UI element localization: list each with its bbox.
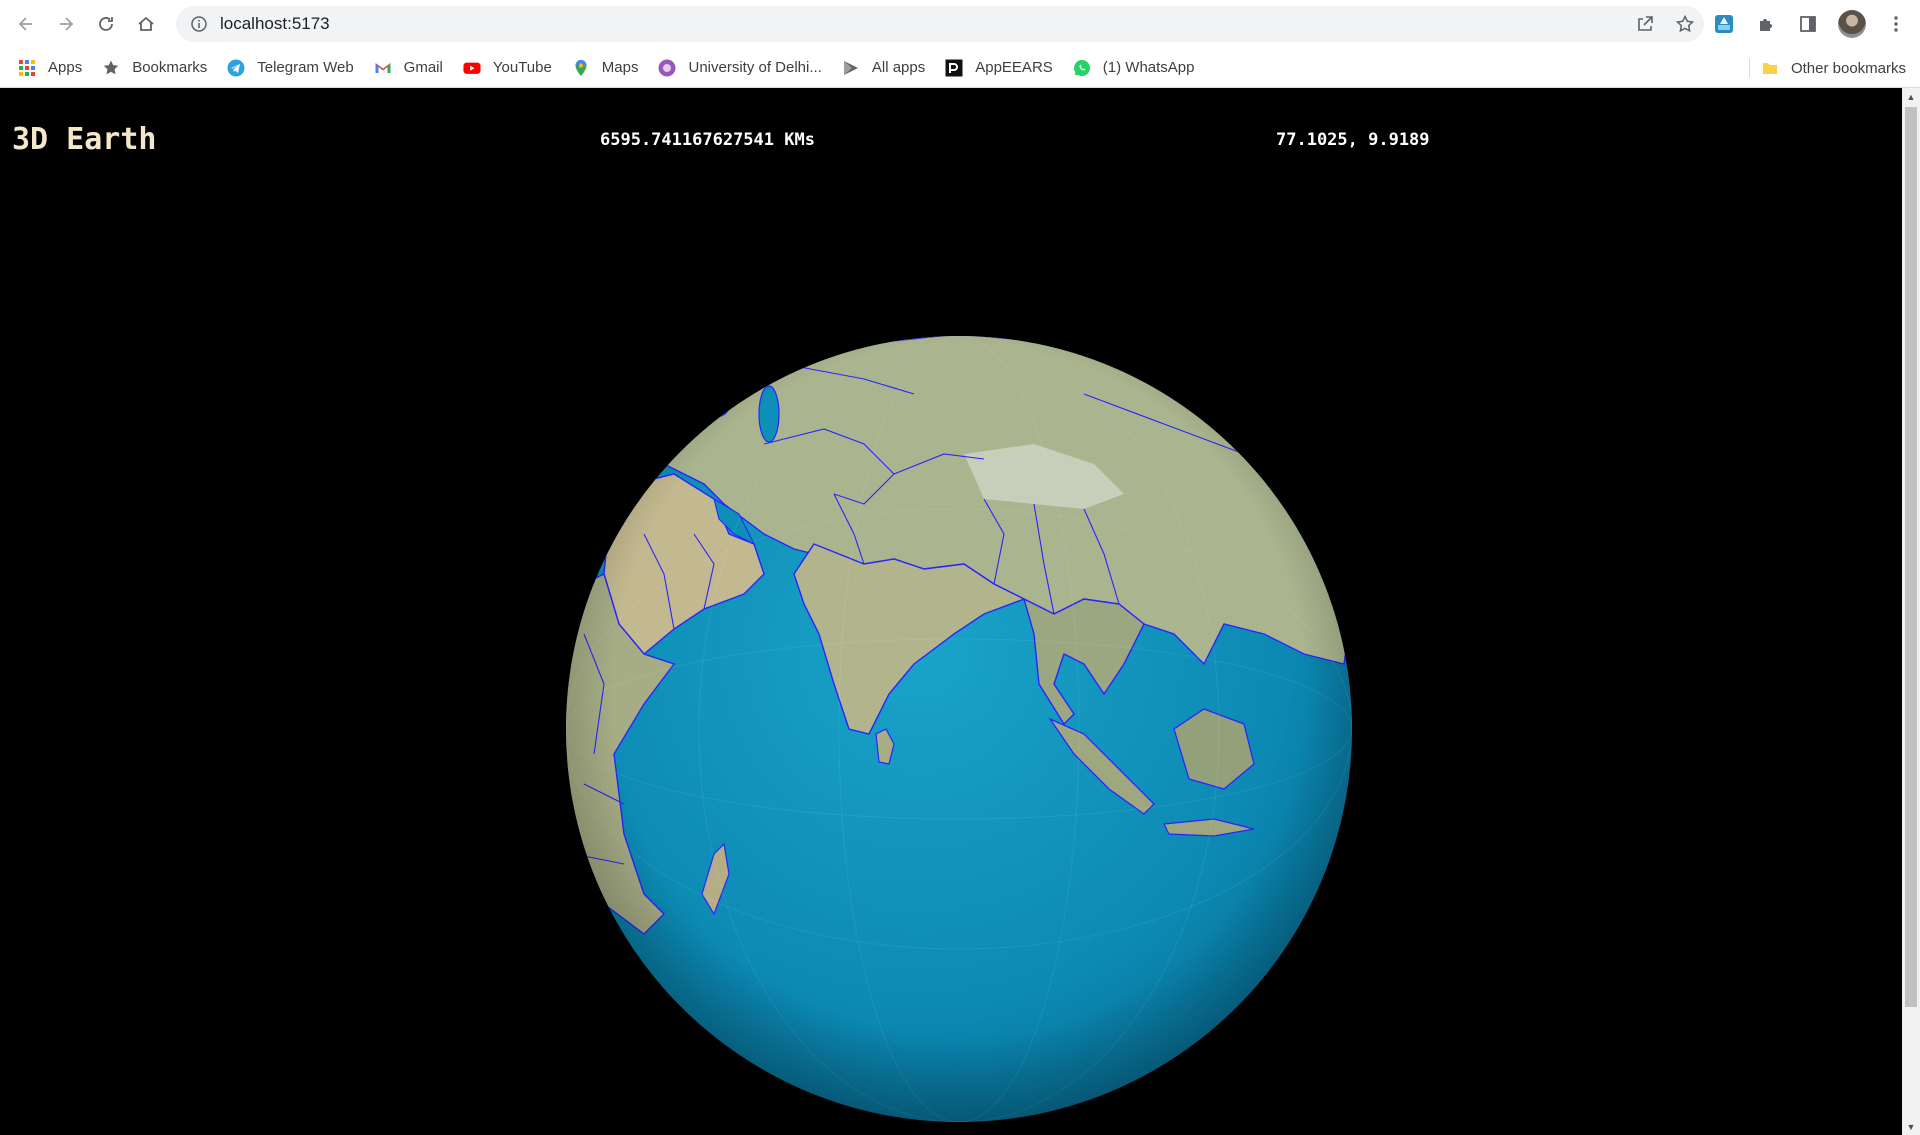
bookmark-label: (1) WhatsApp — [1102, 59, 1195, 76]
appeears-icon — [945, 59, 963, 77]
maps-pin-icon — [572, 59, 590, 77]
bookmark-maps[interactable]: Maps — [562, 53, 649, 83]
bookmark-apps[interactable]: Apps — [8, 53, 92, 83]
bookmark-label: All apps — [871, 59, 926, 76]
app-title: 3D Earth — [12, 122, 157, 157]
home-icon — [138, 16, 154, 31]
bookmark-label: AppEEARS — [975, 59, 1053, 76]
bookmark-label: Apps — [48, 59, 83, 76]
arrow-left-icon — [18, 17, 32, 31]
info-icon[interactable] — [190, 15, 208, 33]
scrollbar-thumb[interactable] — [1905, 107, 1917, 1007]
bookmark-label: Bookmarks — [132, 59, 208, 76]
bookmark-appeears[interactable]: AppEEARS — [935, 53, 1063, 83]
coordinate-readout: 77.1025, 9.9189 — [1276, 130, 1430, 150]
earth-globe[interactable] — [564, 334, 1354, 1124]
reload-button[interactable] — [86, 4, 126, 44]
bookmark-bookmarks[interactable]: Bookmarks — [92, 53, 217, 83]
apps-grid-icon — [18, 59, 36, 77]
bookmark-label: Gmail — [403, 59, 443, 76]
bookmark-telegram[interactable]: Telegram Web — [217, 53, 363, 83]
whatsapp-icon — [1073, 59, 1091, 77]
reload-icon — [99, 17, 113, 31]
bookmark-youtube[interactable]: YouTube — [453, 53, 562, 83]
star-icon — [102, 59, 120, 77]
puzzle-icon[interactable] — [1754, 12, 1778, 36]
bookmarks-bar: Apps Bookmarks Telegram Web Gmail YouTub… — [0, 48, 1920, 88]
browser-toolbar: localhost:5173 — [0, 0, 1920, 48]
telegram-icon — [227, 59, 245, 77]
bookmark-whatsapp[interactable]: (1) WhatsApp — [1063, 53, 1205, 83]
bookmark-label: Telegram Web — [257, 59, 354, 76]
bookmark-label: Maps — [601, 59, 639, 76]
page-scrollbar[interactable]: ▲ ▼ — [1902, 88, 1920, 1135]
appeears-extension-icon[interactable] — [1712, 12, 1736, 36]
bookmark-label: University of Delhi... — [688, 59, 822, 76]
university-icon — [658, 59, 676, 77]
bookmark-university[interactable]: University of Delhi... — [648, 53, 831, 83]
scroll-up-arrow-icon[interactable]: ▲ — [1902, 88, 1920, 105]
extensions-area — [1712, 8, 1908, 40]
globe-shading — [566, 336, 1352, 1122]
camera-distance-readout: 6595.741167627541 KMs — [600, 130, 815, 150]
back-button[interactable] — [6, 4, 46, 44]
app-viewport: 3D Earth 6595.741167627541 KMs 77.1025, … — [0, 88, 1902, 1135]
gmail-icon — [374, 59, 392, 77]
folder-icon — [1761, 59, 1779, 77]
profile-avatar[interactable] — [1838, 10, 1866, 38]
all-apps-icon — [842, 59, 860, 77]
bookmark-label: YouTube — [492, 59, 552, 76]
bookmarks-divider — [1749, 58, 1750, 78]
star-icon[interactable] — [1674, 13, 1696, 35]
side-panel-icon[interactable] — [1796, 12, 1820, 36]
bookmark-gmail[interactable]: Gmail — [364, 53, 453, 83]
arrow-right-icon — [60, 17, 74, 31]
url-text[interactable]: localhost:5173 — [220, 14, 330, 34]
home-button[interactable] — [126, 4, 166, 44]
forward-button[interactable] — [46, 4, 86, 44]
kebab-menu-icon[interactable] — [1884, 12, 1908, 36]
address-bar[interactable]: localhost:5173 — [176, 6, 1704, 42]
bookmark-other-bookmarks[interactable]: Other bookmarks — [1751, 53, 1916, 83]
globe-canvas[interactable] — [564, 334, 1354, 1124]
bookmark-label: Other bookmarks — [1790, 59, 1906, 77]
bookmark-all-apps[interactable]: All apps — [832, 53, 935, 83]
black-sea — [679, 398, 729, 420]
youtube-icon — [463, 59, 481, 77]
share-icon[interactable] — [1634, 13, 1656, 35]
scroll-down-arrow-icon[interactable]: ▼ — [1902, 1118, 1920, 1135]
